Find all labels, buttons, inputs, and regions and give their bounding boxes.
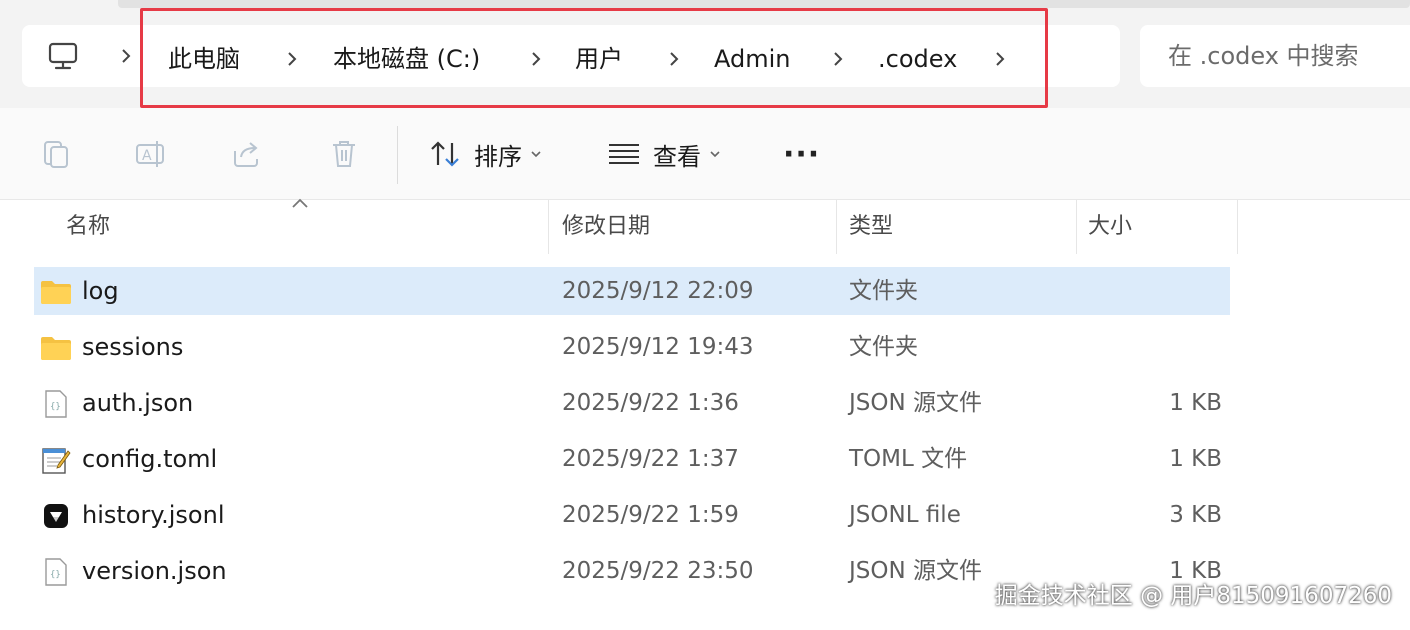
view-label: 查看 bbox=[653, 142, 701, 171]
file-row[interactable]: config.toml 2025/9/22 1:37 TOML 文件 1 KB bbox=[34, 435, 1230, 483]
column-header-size[interactable]: 大小 bbox=[1077, 200, 1237, 254]
file-name: config.toml bbox=[82, 445, 218, 473]
chevron-down-icon bbox=[531, 151, 541, 158]
chevron-right-icon[interactable] bbox=[116, 40, 136, 72]
app-file-icon bbox=[40, 500, 72, 532]
share-icon[interactable] bbox=[226, 134, 266, 174]
computer-icon[interactable] bbox=[40, 38, 86, 74]
chevron-right-icon[interactable] bbox=[282, 43, 302, 75]
search-input[interactable]: 在 .codex 中搜索 bbox=[1140, 25, 1410, 87]
breadcrumb-item-local-disk[interactable]: 本地磁盘 (C:) bbox=[333, 39, 480, 79]
chevron-right-icon[interactable] bbox=[828, 43, 848, 75]
breadcrumb-item-codex[interactable]: .codex bbox=[878, 39, 957, 79]
file-name: version.json bbox=[82, 557, 227, 585]
file-size: 3 KB bbox=[1169, 502, 1222, 528]
breadcrumb: 此电脑 本地磁盘 (C:) 用户 Admin .codex bbox=[140, 8, 1048, 108]
svg-text:{}: {} bbox=[50, 570, 61, 580]
file-row[interactable]: {} auth.json 2025/9/22 1:36 JSON 源文件 1 K… bbox=[34, 379, 1230, 427]
chevron-down-icon bbox=[710, 151, 720, 158]
folder-icon bbox=[40, 332, 72, 364]
command-bar: A 排序 查看 ··· bbox=[0, 108, 1410, 200]
view-button[interactable]: 查看 bbox=[607, 134, 721, 174]
breadcrumb-item-users[interactable]: 用户 bbox=[575, 39, 623, 79]
folder-icon bbox=[40, 276, 72, 308]
file-name: log bbox=[82, 277, 119, 305]
file-size: 1 KB bbox=[1169, 390, 1222, 416]
file-modified: 2025/9/12 19:43 bbox=[562, 334, 754, 360]
file-type: JSONL file bbox=[849, 502, 961, 528]
file-row[interactable]: log 2025/9/12 22:09 文件夹 bbox=[34, 267, 1230, 315]
notepad-file-icon bbox=[40, 444, 72, 476]
sort-button[interactable]: 排序 bbox=[428, 134, 542, 174]
search-placeholder: 在 .codex 中搜索 bbox=[1168, 42, 1359, 70]
column-header-type[interactable]: 类型 bbox=[837, 200, 1076, 254]
file-modified: 2025/9/22 1:59 bbox=[562, 502, 739, 528]
file-type: JSON 源文件 bbox=[849, 390, 983, 416]
toolbar-divider bbox=[397, 126, 398, 184]
chevron-right-icon[interactable] bbox=[664, 43, 684, 75]
file-name: auth.json bbox=[82, 389, 194, 417]
more-options-button[interactable]: ··· bbox=[783, 134, 820, 174]
file-modified: 2025/9/22 23:50 bbox=[562, 558, 754, 584]
breadcrumb-item-this-pc[interactable]: 此电脑 bbox=[168, 39, 240, 79]
svg-text:A: A bbox=[142, 148, 152, 164]
svg-text:{}: {} bbox=[50, 402, 61, 412]
chevron-right-icon[interactable] bbox=[990, 43, 1010, 75]
copy-icon[interactable] bbox=[36, 134, 76, 174]
file-size: 1 KB bbox=[1169, 446, 1222, 472]
file-type: 文件夹 bbox=[849, 278, 918, 304]
chevron-right-icon[interactable] bbox=[526, 43, 546, 75]
file-row[interactable]: history.jsonl 2025/9/22 1:59 JSONL file … bbox=[34, 491, 1230, 539]
file-name: history.jsonl bbox=[82, 501, 225, 529]
file-type: TOML 文件 bbox=[849, 446, 968, 472]
rename-icon[interactable]: A bbox=[131, 134, 171, 174]
watermark: 掘金技术社区 @ 用户815091607260 bbox=[994, 583, 1392, 609]
file-row[interactable]: sessions 2025/9/12 19:43 文件夹 bbox=[34, 323, 1230, 371]
json-file-icon: {} bbox=[40, 556, 72, 588]
more-icon: ··· bbox=[783, 136, 821, 172]
column-header-name[interactable]: 名称 bbox=[34, 200, 548, 254]
delete-icon[interactable] bbox=[324, 134, 364, 174]
file-modified: 2025/9/22 1:36 bbox=[562, 390, 739, 416]
tab-strip-edge bbox=[118, 0, 1410, 8]
file-type: 文件夹 bbox=[849, 334, 918, 360]
file-modified: 2025/9/22 1:37 bbox=[562, 446, 739, 472]
sort-label: 排序 bbox=[474, 142, 522, 171]
file-modified: 2025/9/12 22:09 bbox=[562, 278, 754, 304]
column-divider[interactable] bbox=[1237, 200, 1238, 254]
view-list-icon bbox=[609, 144, 639, 164]
breadcrumb-item-admin[interactable]: Admin bbox=[714, 39, 791, 79]
column-header-modified[interactable]: 修改日期 bbox=[549, 200, 836, 254]
json-file-icon: {} bbox=[40, 388, 72, 420]
file-type: JSON 源文件 bbox=[849, 558, 983, 584]
file-name: sessions bbox=[82, 333, 184, 361]
sort-icon bbox=[431, 141, 459, 167]
